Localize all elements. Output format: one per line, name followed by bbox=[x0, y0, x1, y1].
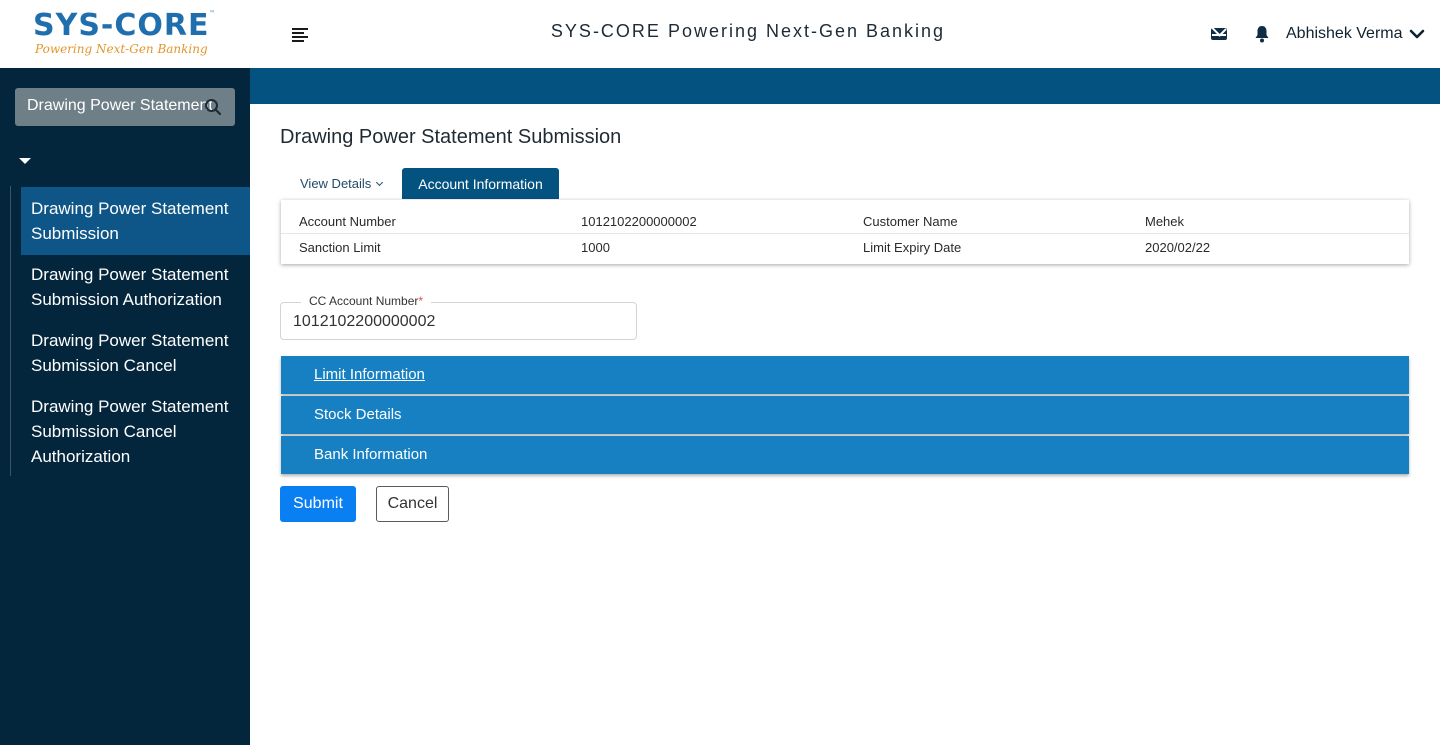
cancel-button[interactable]: Cancel bbox=[376, 486, 449, 522]
app-header: SYS-CORE ™ Powering Next-Gen Banking SYS… bbox=[0, 0, 1440, 68]
cc-account-number-field[interactable]: CC Account Number* bbox=[280, 294, 637, 340]
tab-view-details[interactable]: View Details bbox=[300, 176, 384, 191]
section-stock-details[interactable]: Stock Details bbox=[281, 396, 1409, 434]
page-title: Drawing Power Statement Submission bbox=[280, 126, 622, 148]
tab-view-details-label: View Details bbox=[300, 176, 372, 191]
info-row: Sanction Limit 1000 Limit Expiry Date 20… bbox=[281, 234, 1409, 260]
account-info-card: Account Number 1012102200000002 Customer… bbox=[281, 200, 1409, 264]
bell-icon[interactable] bbox=[1254, 25, 1270, 43]
section-stock-details-label: Stock Details bbox=[314, 406, 402, 423]
sanction-limit-value: 1000 bbox=[581, 240, 610, 255]
info-row: Account Number 1012102200000002 Customer… bbox=[281, 208, 1409, 234]
sanction-limit-label: Sanction Limit bbox=[299, 240, 381, 255]
customer-name-value: Mehek bbox=[1145, 214, 1185, 229]
section-bank-information-label: Bank Information bbox=[314, 446, 428, 463]
logo-tagline: Powering Next-Gen Banking bbox=[35, 42, 208, 56]
sidebar-search[interactable]: Drawing Power Statement bbox=[15, 88, 235, 126]
limit-expiry-date-value: 2020/02/22 bbox=[1145, 240, 1211, 255]
limit-expiry-date-label: Limit Expiry Date bbox=[863, 240, 962, 255]
account-number-value: 1012102200000002 bbox=[581, 214, 697, 229]
cc-account-number-input[interactable] bbox=[293, 313, 623, 331]
top-band bbox=[250, 68, 1440, 104]
sidebar-search-input[interactable]: Drawing Power Statement bbox=[27, 97, 212, 115]
submit-button[interactable]: Submit bbox=[280, 486, 356, 522]
cc-account-number-label: CC Account Number* bbox=[301, 294, 432, 308]
caret-down-icon[interactable] bbox=[19, 158, 31, 164]
sidebar-item-submission-cancel-authorization[interactable]: Drawing Power Statement Submission Cance… bbox=[21, 385, 250, 478]
sidebar-item-submission[interactable]: Drawing Power Statement Submission bbox=[21, 187, 250, 255]
chevron-down-icon bbox=[376, 178, 384, 187]
customer-name-label: Customer Name bbox=[863, 214, 958, 229]
sidebar-item-submission-cancel[interactable]: Drawing Power Statement Submission Cance… bbox=[21, 319, 250, 387]
sidebar: Drawing Power Statement Drawing Power St… bbox=[0, 68, 250, 745]
user-name[interactable]: Abhishek Verma bbox=[1286, 25, 1403, 43]
tree-line bbox=[10, 186, 11, 476]
required-mark: * bbox=[418, 294, 424, 308]
tab-account-information[interactable]: Account Information bbox=[402, 168, 559, 199]
cc-account-number-label-text: CC Account Number bbox=[309, 294, 419, 308]
mail-icon[interactable] bbox=[1211, 28, 1227, 40]
chevron-down-icon[interactable] bbox=[1409, 27, 1425, 41]
section-bank-information[interactable]: Bank Information bbox=[281, 436, 1409, 474]
sidebar-item-submission-authorization[interactable]: Drawing Power Statement Submission Autho… bbox=[21, 253, 250, 321]
logo-trademark: ™ bbox=[209, 10, 215, 17]
search-icon[interactable] bbox=[204, 98, 222, 116]
section-limit-information[interactable]: Limit Information bbox=[281, 356, 1409, 394]
account-number-label: Account Number bbox=[299, 214, 396, 229]
section-limit-information-label: Limit Information bbox=[314, 366, 425, 383]
